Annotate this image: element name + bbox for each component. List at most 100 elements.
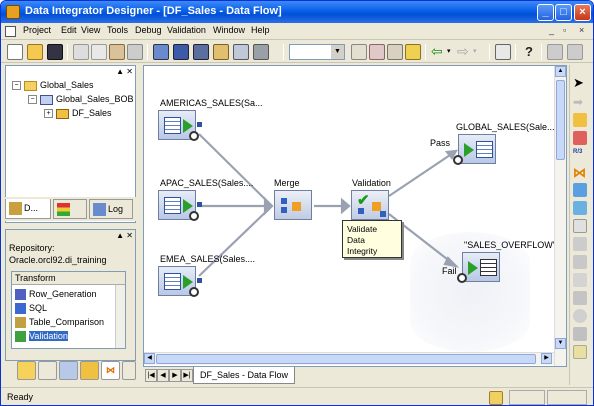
data-transport-icon[interactable] [573, 219, 587, 233]
magnifier-icon[interactable] [453, 155, 463, 165]
catch-icon[interactable] [573, 291, 587, 305]
first-tab-icon[interactable]: |◀ [145, 369, 157, 382]
workspace-vertical-scrollbar[interactable]: ▲ ▼ [554, 66, 566, 366]
scroll-up-icon[interactable]: ▲ [555, 66, 566, 77]
title-bar[interactable]: Data Integrator Designer - [DF_Sales - D… [1, 1, 593, 23]
chevron-down-icon[interactable]: ▼ [331, 45, 344, 59]
output-port[interactable] [197, 202, 202, 207]
debug-options-icon[interactable] [567, 44, 583, 60]
tab-designer[interactable]: D... [5, 199, 51, 219]
tree-item-global-sales[interactable]: − Global_Sales [12, 80, 94, 91]
validation-transform[interactable]: ✔ [351, 190, 389, 220]
project-area-icon[interactable] [213, 44, 229, 60]
tab-more[interactable] [122, 361, 136, 380]
transform-list-scrollbar[interactable] [115, 285, 125, 348]
transform-table-comparison[interactable]: Table_Comparison [15, 316, 104, 329]
transform-row-generation[interactable]: Row_Generation [15, 288, 97, 301]
template-table-icon[interactable] [573, 183, 587, 197]
cut-icon[interactable] [73, 44, 89, 60]
tab-monitor[interactable] [53, 199, 87, 219]
conditional-icon[interactable] [573, 255, 587, 269]
menu-validation[interactable]: Validation [167, 25, 206, 35]
magnifier-icon[interactable] [189, 211, 199, 221]
source-emea-sales[interactable] [158, 266, 199, 297]
scroll-thumb[interactable] [156, 354, 536, 364]
magnifier-icon[interactable] [189, 131, 199, 141]
template-xml-icon[interactable] [573, 201, 587, 215]
target-global-sales[interactable] [453, 134, 496, 165]
merge-transform[interactable] [274, 190, 312, 220]
magnifier-icon[interactable] [457, 273, 467, 283]
transform-list-header[interactable]: Transform [12, 272, 125, 285]
validate-icon[interactable] [369, 44, 385, 60]
output-port[interactable] [197, 278, 202, 283]
source-americas-sales[interactable] [158, 110, 199, 141]
tab-log[interactable]: Log [89, 199, 133, 219]
annotation-tool-icon[interactable] [573, 327, 587, 341]
r3-label-icon[interactable]: R/3 [573, 149, 587, 163]
menu-edit[interactable]: Edit [61, 25, 77, 35]
scroll-right-icon[interactable]: ▶ [541, 353, 552, 364]
paste-icon[interactable] [109, 44, 125, 60]
next-tab-icon[interactable]: ▶ [169, 369, 181, 382]
mdi-minimize-icon[interactable]: _ [549, 25, 554, 35]
collapse-icon[interactable]: − [28, 95, 37, 105]
mdi-restore-icon[interactable]: ▫ [563, 25, 566, 35]
annotation-note[interactable]: Validate Data Integrity [342, 220, 402, 258]
variables-icon[interactable] [193, 44, 209, 60]
close-button[interactable]: × [574, 4, 591, 21]
connector-americas-merge[interactable] [198, 133, 273, 207]
local-object-library-icon[interactable] [153, 44, 169, 60]
transform-sql[interactable]: SQL [15, 302, 47, 315]
note-tool-icon[interactable] [573, 345, 587, 359]
prev-tab-icon[interactable]: ◀ [157, 369, 169, 382]
workspace-icon[interactable] [253, 44, 269, 60]
back-arrow-icon[interactable]: ⇦ [431, 44, 447, 60]
menu-tools[interactable]: Tools [107, 25, 128, 35]
transform-validation[interactable]: Validation [15, 330, 68, 343]
tab-jobs[interactable] [38, 361, 57, 380]
status-icon[interactable] [489, 391, 503, 405]
workspace-horizontal-scrollbar[interactable]: ◀ ▶ [144, 352, 554, 365]
try-icon[interactable] [573, 273, 587, 287]
tab-df-sales[interactable]: DF_Sales - Data Flow [193, 367, 296, 384]
expand-icon[interactable]: + [44, 109, 53, 119]
while-loop-icon[interactable] [573, 309, 587, 323]
zoom-combo[interactable]: ▼ [289, 44, 345, 60]
menu-project[interactable]: Project [23, 25, 51, 35]
menu-help[interactable]: Help [251, 25, 270, 35]
target-sales-overflow[interactable] [457, 252, 500, 283]
forward-arrow-icon[interactable]: ⇨ [457, 44, 473, 60]
copy-icon[interactable] [91, 44, 107, 60]
scroll-left-icon[interactable]: ◀ [144, 353, 155, 364]
pane-controls[interactable]: ▲ ✕ [116, 67, 133, 76]
workspace-canvas[interactable]: AMERICAS_SALES(Sa... APAC_SALES(Sales...… [143, 65, 567, 367]
last-tab-icon[interactable]: ▶| [181, 369, 193, 382]
r3-dataflow-icon[interactable] [573, 131, 587, 145]
debug-icon[interactable] [547, 44, 563, 60]
tab-transforms[interactable]: ⋈ [101, 361, 120, 380]
central-object-library-icon[interactable] [173, 44, 189, 60]
mdi-close-icon[interactable]: × [579, 25, 584, 35]
connector-pass[interactable] [388, 150, 457, 197]
query-transform-icon[interactable]: ⋈ [573, 165, 587, 180]
maximize-button[interactable]: □ [555, 4, 572, 21]
menu-debug[interactable]: Debug [135, 25, 162, 35]
save-all-icon[interactable] [47, 44, 63, 60]
tab-workflows[interactable] [59, 361, 78, 380]
output-icon[interactable] [233, 44, 249, 60]
view-data-icon[interactable] [351, 44, 367, 60]
pane-controls[interactable]: ▲ ✕ [116, 231, 133, 240]
menu-view[interactable]: View [81, 25, 100, 35]
tab-projects[interactable] [17, 361, 36, 380]
workflow-tool-icon[interactable]: ➡ [573, 95, 587, 109]
management-console-icon[interactable] [495, 44, 511, 60]
delete-icon[interactable] [127, 44, 143, 60]
scroll-down-icon[interactable]: ▼ [555, 338, 566, 349]
tab-dataflows[interactable] [80, 361, 99, 380]
menu-window[interactable]: Window [213, 25, 245, 35]
new-icon[interactable] [7, 44, 23, 60]
minimize-button[interactable]: _ [537, 4, 554, 21]
connector-emea-merge[interactable] [198, 205, 273, 277]
open-icon[interactable] [27, 44, 43, 60]
